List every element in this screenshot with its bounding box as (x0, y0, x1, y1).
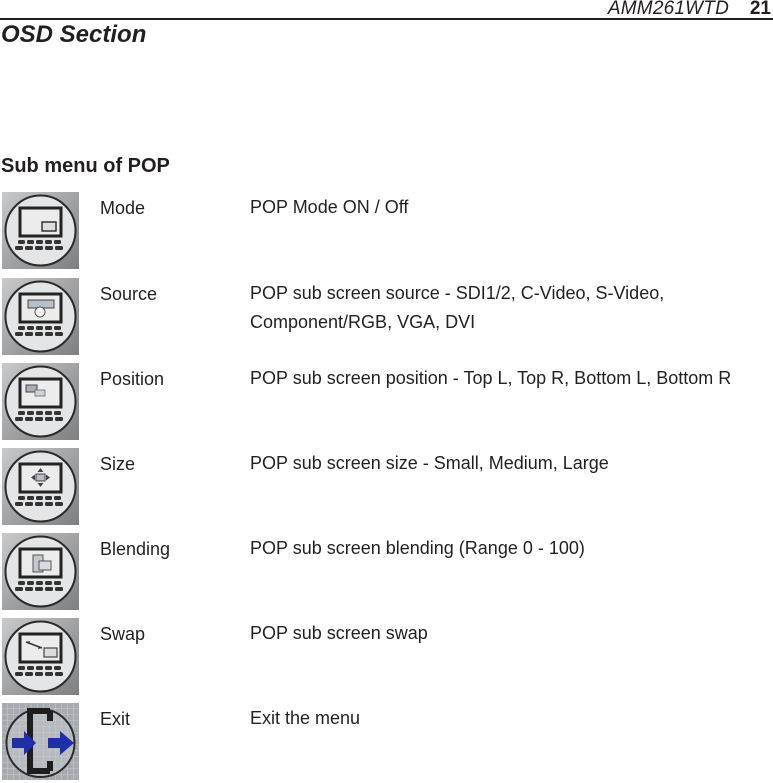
pop-mode-icon (2, 192, 79, 269)
description-line: POP sub screen size - Small, Medium, Lar… (250, 453, 609, 473)
menu-item-position: Position POP sub screen position - Top L… (0, 363, 773, 443)
pop-blending-icon (2, 533, 79, 610)
description-line: POP sub screen swap (250, 623, 428, 643)
page-number: 21 (749, 0, 771, 19)
item-description: POP Mode ON / Off (250, 193, 770, 222)
menu-item-source: Source POP sub screen source - SDI1/2, C… (0, 278, 773, 358)
item-description: POP sub screen size - Small, Medium, Lar… (250, 449, 770, 478)
menu-item-size: Size POP sub screen size - Small, Medium… (0, 448, 773, 528)
item-description: POP sub screen swap (250, 619, 770, 648)
description-line: POP sub screen position - Top L, Top R, … (250, 368, 732, 388)
menu-item-swap: Swap POP sub screen swap (0, 618, 773, 698)
item-name: Exit (100, 709, 131, 729)
section-title: OSD Section (1, 21, 147, 48)
item-name: Position (100, 369, 165, 389)
pop-source-icon (2, 278, 79, 355)
submenu-title: Sub menu of POP (1, 155, 170, 177)
description-line: Exit the menu (250, 708, 361, 728)
pop-position-icon (2, 363, 79, 440)
menu-item-mode: Mode POP Mode ON / Off (0, 192, 773, 272)
pop-size-icon (2, 448, 79, 525)
item-description: POP sub screen position - Top L, Top R, … (250, 364, 770, 393)
exit-icon (2, 703, 79, 780)
item-name: Size (100, 454, 136, 474)
menu-item-blending: Blending POP sub screen blending (Range … (0, 533, 773, 613)
item-name: Mode (100, 198, 146, 218)
item-description: POP sub screen source - SDI1/2, C-Video,… (250, 279, 770, 337)
pop-swap-icon (2, 618, 79, 695)
description-line: POP Mode ON / Off (250, 197, 409, 217)
item-name: Swap (100, 624, 146, 644)
description-line: POP sub screen source - SDI1/2, C-Video,… (250, 283, 665, 303)
item-name: Source (100, 284, 158, 304)
item-name: Blending (100, 539, 171, 559)
item-description: Exit the menu (250, 704, 770, 733)
description-line: Component/RGB, VGA, DVI (250, 312, 476, 332)
description-line: POP sub screen blending (Range 0 - 100) (250, 538, 585, 558)
page-header: AMM261WTD 21 (0, 0, 773, 20)
model-number: AMM261WTD (607, 0, 729, 19)
menu-item-exit: Exit Exit the menu (0, 703, 773, 783)
item-description: POP sub screen blending (Range 0 - 100) (250, 534, 770, 563)
